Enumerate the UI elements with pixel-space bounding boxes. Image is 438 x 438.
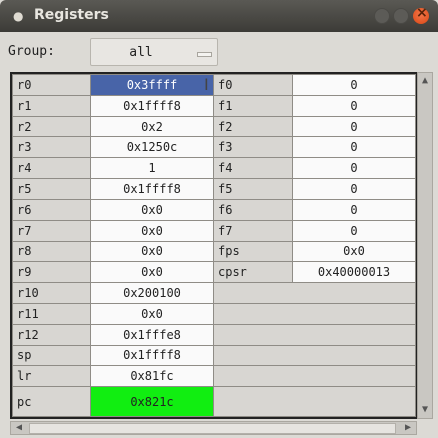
table-row: r3 0x1250c f3 0 [12, 136, 416, 159]
empty-cell [213, 282, 416, 304]
register-name: f4 [213, 157, 293, 180]
register-value[interactable]: 0x1fffe8 [90, 323, 214, 346]
table-row: r7 0x0 f7 0 [12, 219, 416, 242]
empty-cell [213, 386, 416, 417]
register-value[interactable]: 0 [292, 136, 416, 159]
register-name: r9 [12, 261, 91, 284]
register-value[interactable]: 0x1250c [90, 136, 214, 159]
table-row: r1 0x1ffff8 f1 0 [12, 94, 416, 117]
register-value[interactable]: 0x2 [90, 115, 214, 138]
register-value[interactable]: 0 [292, 115, 416, 138]
register-value[interactable]: 0x0 [90, 198, 214, 221]
register-value[interactable]: 1 [90, 157, 214, 180]
register-name: f6 [213, 198, 293, 221]
table-row: lr 0x81fc [12, 365, 416, 388]
empty-cell [213, 344, 416, 367]
register-value[interactable]: 0x1ffff8 [90, 94, 214, 117]
register-name: f0 [213, 74, 293, 96]
register-value[interactable]: 0x0 [292, 240, 416, 263]
dropdown-indicator-icon [197, 52, 212, 57]
register-name: r3 [12, 136, 91, 159]
text-cursor-icon: I [204, 75, 209, 94]
register-name: f2 [213, 115, 293, 138]
group-dropdown[interactable]: all [90, 38, 218, 66]
empty-cell [213, 323, 416, 346]
register-name: r8 [12, 240, 91, 263]
register-value[interactable]: 0x821c [90, 386, 214, 417]
scrollbar-thumb[interactable] [29, 423, 396, 434]
registers-window: ● Registers Group: all r0 0x3ffff f0 0 r… [0, 0, 438, 438]
register-name: r6 [12, 198, 91, 221]
register-name: pc [12, 386, 91, 417]
table-row: r4 1 f4 0 [12, 157, 416, 180]
register-value[interactable]: 0x81fc [90, 365, 214, 388]
registers-table: r0 0x3ffff f0 0 r1 0x1ffff8 f1 0 r2 0x2 … [12, 74, 416, 417]
register-name: r7 [12, 219, 91, 242]
table-row: r8 0x0 fps 0x0 [12, 240, 416, 263]
register-value[interactable]: 0x0 [90, 261, 214, 284]
register-value[interactable]: 0 [292, 157, 416, 180]
register-value[interactable]: 0x40000013 [292, 261, 416, 284]
register-name: cpsr [213, 261, 293, 284]
arrow-up-icon[interactable]: ▲ [418, 74, 432, 88]
table-row: r12 0x1fffe8 [12, 323, 416, 346]
register-value[interactable]: 0 [292, 198, 416, 221]
empty-cell [213, 365, 416, 388]
empty-cell [213, 302, 416, 325]
table-row: r11 0x0 [12, 302, 416, 325]
table-row: r0 0x3ffff f0 0 [12, 74, 416, 96]
register-name: r12 [12, 323, 91, 346]
horizontal-scrollbar[interactable]: ◀ ▶ [10, 421, 417, 435]
group-value: all [129, 45, 153, 60]
table-row: r6 0x0 f6 0 [12, 198, 416, 221]
register-value[interactable]: 0x0 [90, 302, 214, 325]
register-value[interactable]: 0 [292, 178, 416, 200]
maximize-button[interactable] [393, 8, 409, 24]
group-label: Group: [8, 44, 55, 59]
register-name: r2 [12, 115, 91, 138]
table-row: r10 0x200100 [12, 282, 416, 304]
register-name: f3 [213, 136, 293, 159]
register-value[interactable]: 0x200100 [90, 282, 214, 304]
table-row: r2 0x2 f2 0 [12, 115, 416, 138]
register-value[interactable]: 0 [292, 74, 416, 96]
register-name: f7 [213, 219, 293, 242]
minimize-button[interactable] [374, 8, 390, 24]
window-title: Registers [34, 7, 109, 23]
register-name: f5 [213, 178, 293, 200]
register-value[interactable]: 0x1ffff8 [90, 178, 214, 200]
register-value[interactable]: 0x0 [90, 240, 214, 263]
table-row: sp 0x1ffff8 [12, 344, 416, 367]
register-name: sp [12, 344, 91, 367]
arrow-left-icon[interactable]: ◀ [11, 422, 27, 434]
arrow-right-icon[interactable]: ▶ [400, 422, 416, 434]
register-name: r10 [12, 282, 91, 304]
window-menu-icon[interactable]: ● [13, 10, 23, 22]
register-name: r0 [12, 74, 91, 96]
register-name: fps [213, 240, 293, 263]
close-button[interactable] [413, 5, 429, 24]
table-row: pc 0x821c [12, 386, 416, 417]
register-name: lr [12, 365, 91, 388]
vertical-scrollbar[interactable]: ▲ ▼ [417, 72, 433, 419]
register-name: r4 [12, 157, 91, 180]
title-bar[interactable]: ● Registers [0, 0, 438, 32]
register-name: r11 [12, 302, 91, 325]
register-value[interactable]: 0x0 [90, 219, 214, 242]
register-value[interactable]: 0 [292, 219, 416, 242]
registers-panel: r0 0x3ffff f0 0 r1 0x1ffff8 f1 0 r2 0x2 … [10, 72, 417, 419]
register-name: r5 [12, 178, 91, 200]
register-name: r1 [12, 94, 91, 117]
register-name: f1 [213, 94, 293, 117]
register-value[interactable]: 0x3ffff [90, 74, 214, 96]
table-row: r5 0x1ffff8 f5 0 [12, 178, 416, 200]
register-value[interactable]: 0x1ffff8 [90, 344, 214, 367]
table-row: r9 0x0 cpsr 0x40000013 [12, 261, 416, 284]
arrow-down-icon[interactable]: ▼ [418, 403, 432, 417]
register-value[interactable]: 0 [292, 94, 416, 117]
